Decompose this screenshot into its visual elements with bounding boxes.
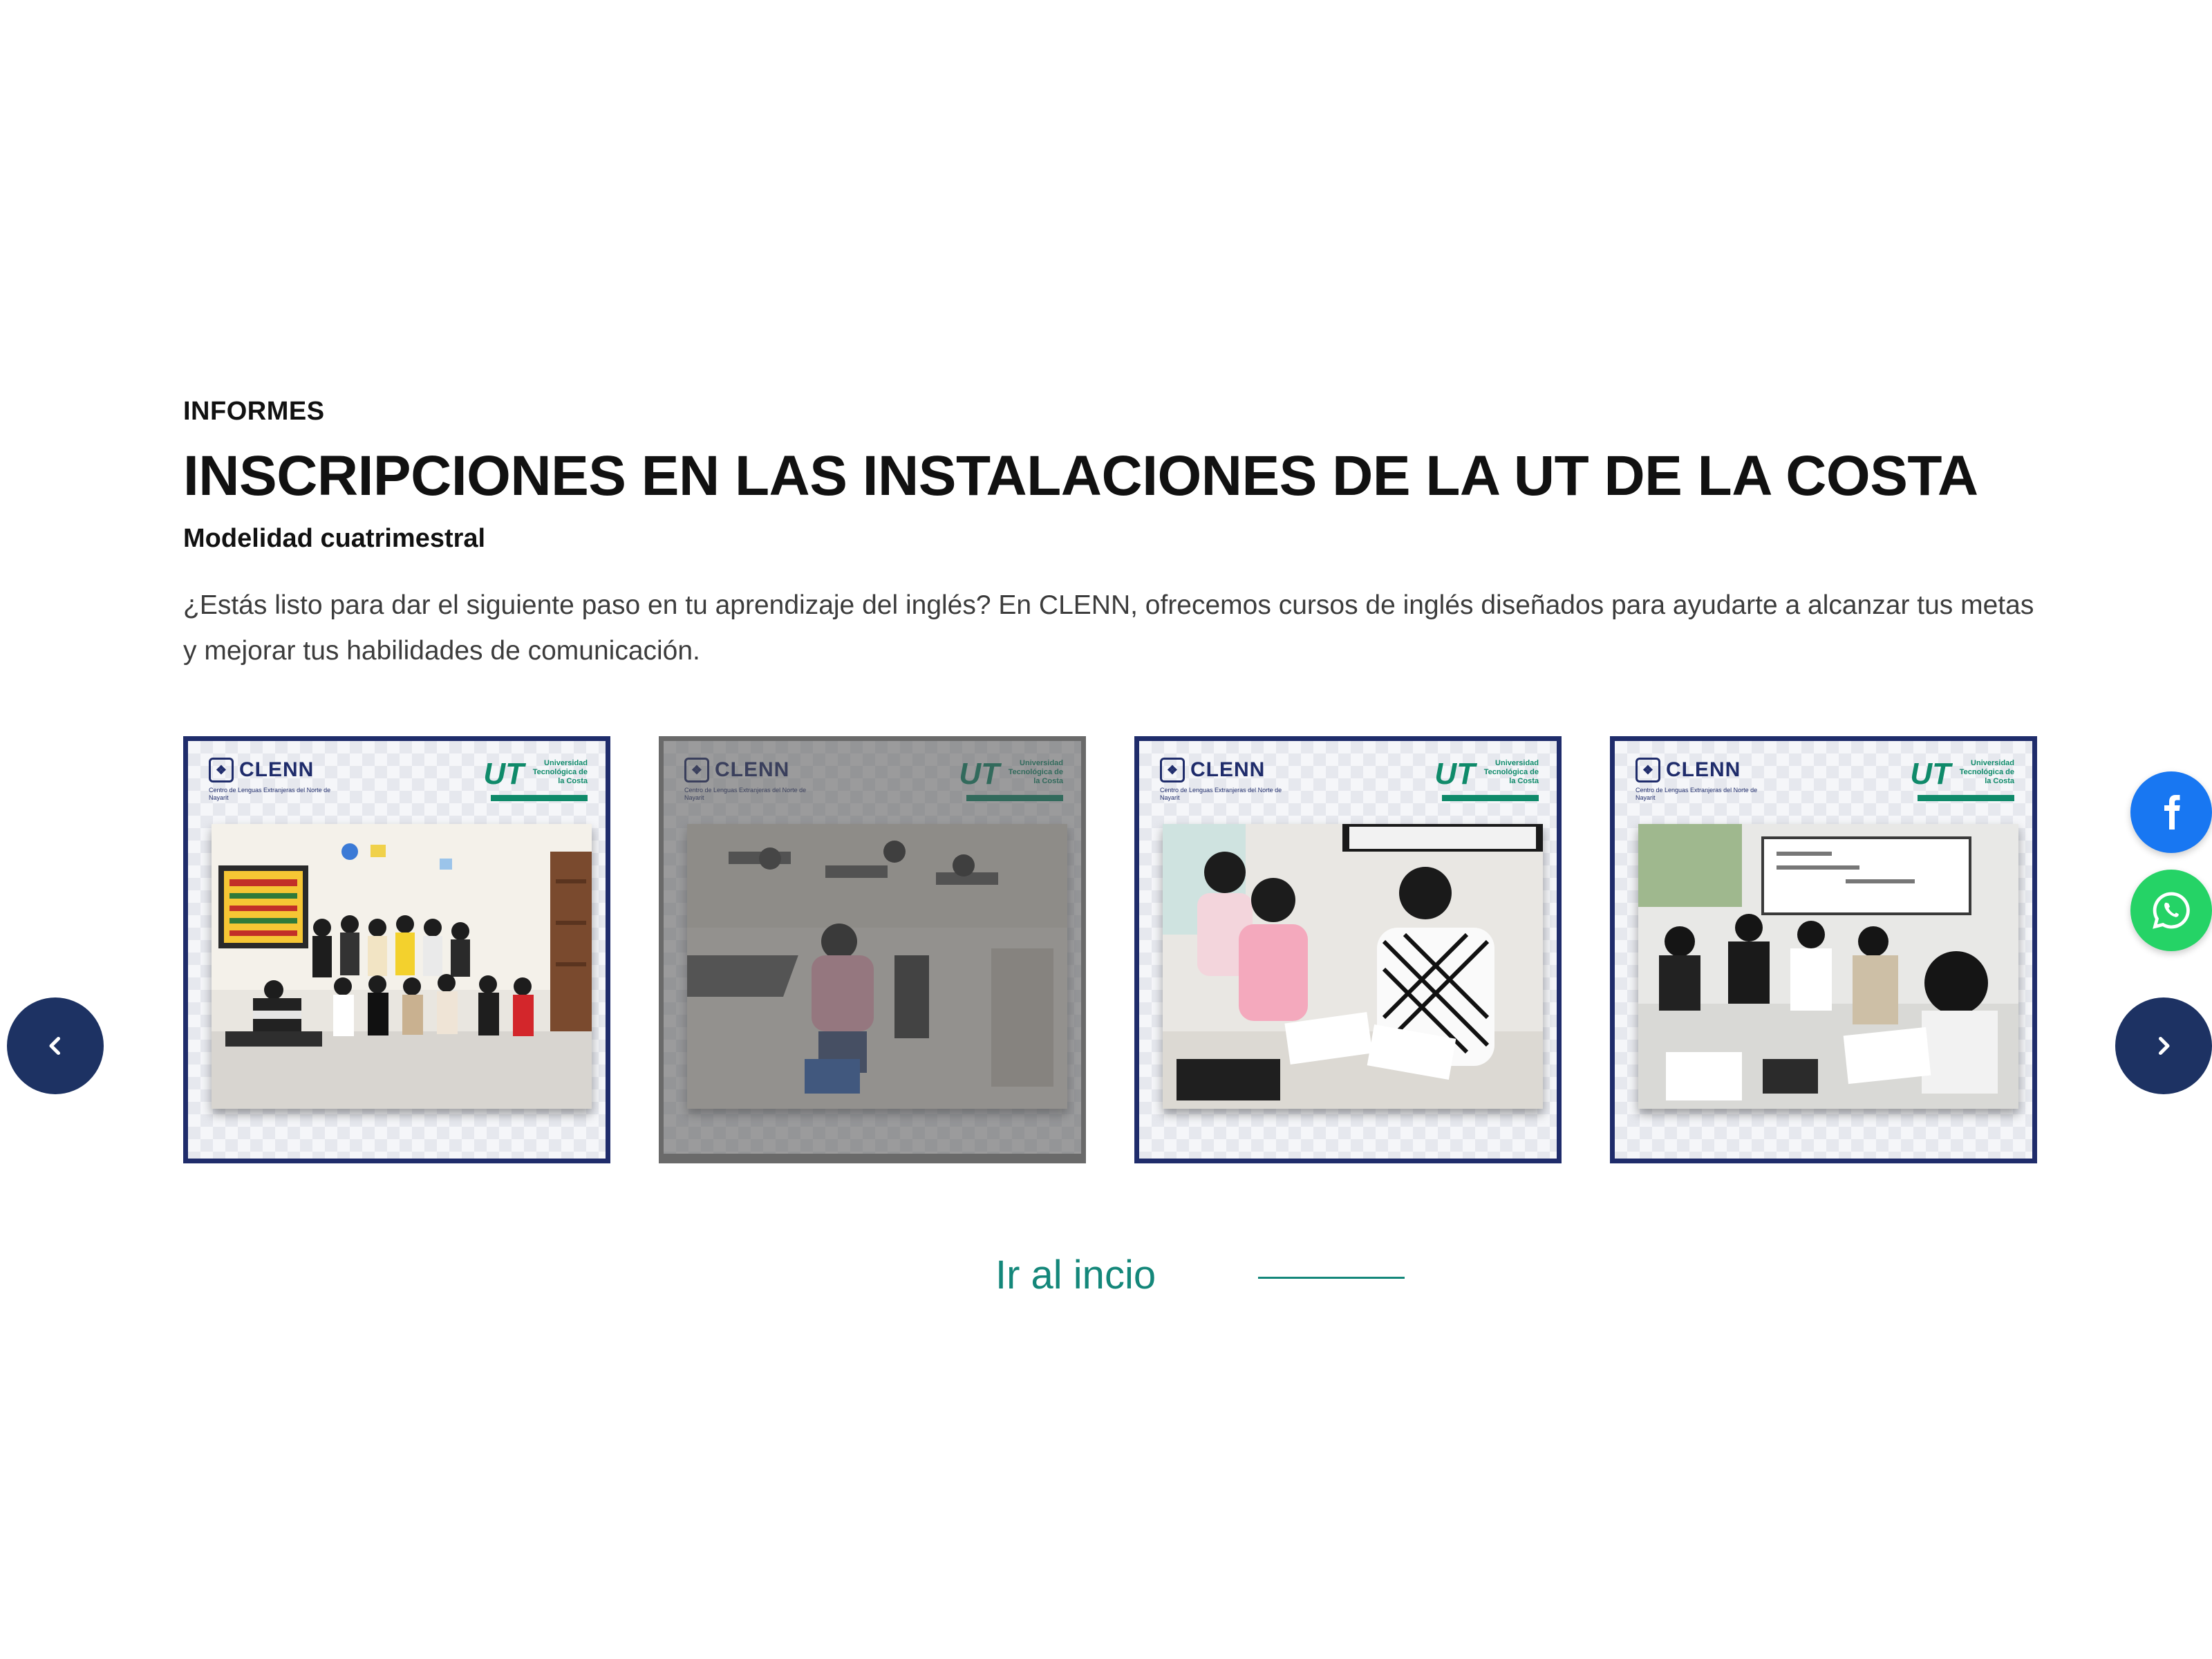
carousel-next-button[interactable] xyxy=(2115,997,2212,1094)
section-eyebrow: INFORMES xyxy=(183,397,325,426)
clenn-logo-text: CLENN xyxy=(715,758,790,781)
ut-logo-text: Universidad Tecnológica de la Costa xyxy=(532,759,588,785)
informes-section: INFORMES INSCRIPCIONES EN LAS INSTALACIO… xyxy=(183,391,2036,674)
carousel-slide[interactable]: ❖ CLENN Centro de Lenguas Extranjeras de… xyxy=(1610,736,2037,1163)
clenn-logo: ❖ CLENN xyxy=(1635,758,1741,782)
ut-logo-icon: UT xyxy=(959,757,1000,791)
ut-logo: UT Universidad Tecnológica de la Costa xyxy=(1434,759,1539,789)
ut-logo-text: Universidad Tecnológica de la Costa xyxy=(1483,759,1539,785)
clenn-logo-icon: ❖ xyxy=(684,758,709,782)
ut-logo-icon: UT xyxy=(483,757,524,791)
slide-photo xyxy=(212,824,592,1109)
clenn-logo-text: CLENN xyxy=(1666,758,1741,781)
clenn-logo: ❖ CLENN xyxy=(684,758,789,782)
slide-photo xyxy=(1638,824,2018,1109)
facebook-icon xyxy=(2164,795,2180,830)
carousel-slide[interactable]: ❖ CLENN Centro de Lenguas Extranjeras de… xyxy=(659,736,1086,1163)
ut-logo-text: Universidad Tecnológica de la Costa xyxy=(1959,759,2014,785)
ut-logo: UT Universidad Tecnológica de la Costa xyxy=(1910,759,2014,789)
carousel-slide[interactable]: ❖ CLENN Centro de Lenguas Extranjeras de… xyxy=(1134,736,1562,1163)
clenn-logo: ❖ CLENN xyxy=(209,758,314,782)
section-subtitle: Modelidad cuatrimestral xyxy=(183,524,486,553)
ut-logo: UT Universidad Tecnológica de la Costa xyxy=(959,759,1063,789)
clenn-logo-icon: ❖ xyxy=(1160,758,1185,782)
carousel-slide[interactable]: ❖ CLENN Centro de Lenguas Extranjeras de… xyxy=(183,736,610,1163)
clenn-logo-icon: ❖ xyxy=(209,758,234,782)
clenn-logo-subtitle: Centro de Lenguas Extranjeras del Norte … xyxy=(1160,787,1282,801)
slide-photo xyxy=(1163,824,1543,1109)
ut-logo: UT Universidad Tecnológica de la Costa xyxy=(483,759,588,789)
whatsapp-button[interactable] xyxy=(2130,870,2212,951)
facebook-button[interactable] xyxy=(2130,771,2212,853)
image-carousel: ❖ CLENN Centro de Lenguas Extranjeras de… xyxy=(183,736,2037,1168)
carousel-prev-button[interactable] xyxy=(7,997,104,1094)
slide-photo xyxy=(687,824,1067,1109)
ut-logo-icon: UT xyxy=(1910,757,1951,791)
clenn-logo-subtitle: Centro de Lenguas Extranjeras del Norte … xyxy=(684,787,807,801)
clenn-logo-text: CLENN xyxy=(239,758,315,781)
chevron-right-icon xyxy=(2158,1036,2170,1056)
page-title: INSCRIPCIONES EN LAS INSTALACIONES DE LA… xyxy=(183,444,1978,507)
back-to-top-label[interactable]: Ir al incio xyxy=(995,1244,1156,1306)
section-description: ¿Estás listo para dar el siguiente paso … xyxy=(183,590,2034,666)
back-to-top-link[interactable]: Ir al incio xyxy=(995,1244,1156,1306)
clenn-logo-subtitle: Centro de Lenguas Extranjeras del Norte … xyxy=(209,787,331,801)
cta-underline xyxy=(1258,1277,1405,1279)
ut-logo-icon: UT xyxy=(1434,757,1475,791)
clenn-logo-subtitle: Centro de Lenguas Extranjeras del Norte … xyxy=(1635,787,1758,801)
whatsapp-icon xyxy=(2153,892,2190,929)
ut-logo-text: Universidad Tecnológica de la Costa xyxy=(1008,759,1063,785)
clenn-logo: ❖ CLENN xyxy=(1160,758,1265,782)
chevron-left-icon xyxy=(49,1036,61,1056)
clenn-logo-icon: ❖ xyxy=(1635,758,1660,782)
clenn-logo-text: CLENN xyxy=(1190,758,1266,781)
page: INFORMES INSCRIPCIONES EN LAS INSTALACIO… xyxy=(0,0,2212,1659)
